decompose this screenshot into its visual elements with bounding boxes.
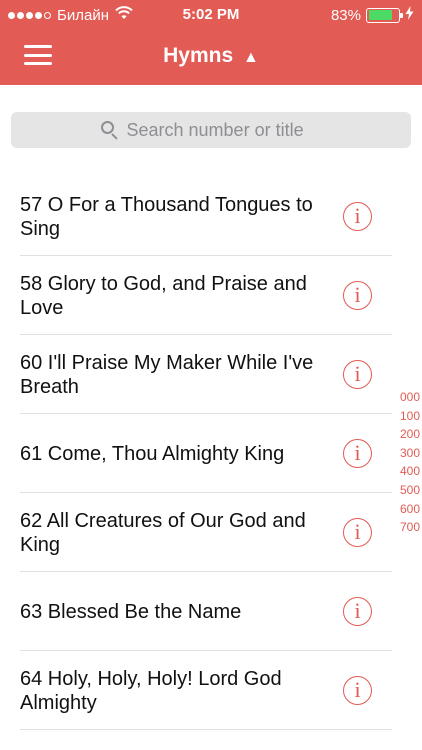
index-item-100[interactable]: 100: [392, 409, 420, 428]
hymn-row[interactable]: 63 Blessed Be the Name i: [0, 572, 392, 651]
hymn-title: 62 All Creatures of Our God and King: [20, 509, 306, 556]
index-item-500[interactable]: 500: [392, 483, 420, 502]
index-item-200[interactable]: 200: [392, 427, 420, 446]
hymn-title: 57 O For a Thousand Tongues to Sing: [20, 193, 313, 240]
nav-title-text: Hymns: [163, 44, 234, 67]
status-right: 83%: [331, 6, 414, 24]
info-icon[interactable]: i: [343, 597, 372, 626]
battery-icon: [366, 7, 403, 23]
search-bar[interactable]: [11, 112, 411, 148]
battery-percent: 83%: [330, 6, 361, 24]
charging-bolt-icon: [405, 6, 414, 24]
battery-fill: [368, 10, 393, 20]
index-item-400[interactable]: 400: [392, 464, 420, 483]
nav-bar: Hymns ▲: [0, 30, 422, 85]
info-icon[interactable]: i: [343, 360, 372, 389]
section-index: 000 100 200 300 400 500 600 700: [392, 390, 420, 539]
info-icon[interactable]: i: [343, 439, 372, 468]
status-bar: Билайн 5:02 PM 83%: [0, 0, 422, 30]
info-icon[interactable]: i: [343, 202, 372, 231]
hymn-row[interactable]: 61 Come, Thou Almighty King i: [0, 414, 392, 493]
hymn-title: 60 I'll Praise My Maker While I've Breat…: [20, 351, 314, 398]
hymn-row[interactable]: 57 O For a Thousand Tongues to Sing i: [0, 177, 392, 256]
hymn-title: 58 Glory to God, and Praise and Love: [20, 272, 307, 319]
search-input[interactable]: [126, 119, 322, 141]
info-icon[interactable]: i: [343, 281, 372, 310]
info-icon[interactable]: i: [343, 676, 372, 705]
index-item-700[interactable]: 700: [392, 520, 420, 539]
info-icon[interactable]: i: [343, 518, 372, 547]
hymn-list: 57 O For a Thousand Tongues to Sing i 58…: [0, 177, 392, 730]
index-item-000[interactable]: 000: [392, 390, 420, 409]
hymn-title: 63 Blessed Be the Name: [20, 600, 242, 623]
index-item-300[interactable]: 300: [392, 446, 420, 465]
hymn-title: 61 Come, Thou Almighty King: [20, 442, 285, 465]
hymn-row[interactable]: 62 All Creatures of Our God and King i: [0, 493, 392, 572]
header: Билайн 5:02 PM 83% Hymns ▲: [0, 0, 422, 85]
triangle-up-icon: ▲: [243, 49, 259, 66]
hymn-title: 64 Holy, Holy, Holy! Lord God Almighty: [20, 667, 282, 714]
hymn-row[interactable]: 60 I'll Praise My Maker While I've Breat…: [0, 335, 392, 414]
search-icon: [100, 121, 119, 140]
search-bar-container: [0, 85, 422, 163]
hymn-row[interactable]: 64 Holy, Holy, Holy! Lord God Almighty i: [0, 651, 392, 730]
nav-title[interactable]: Hymns ▲: [0, 44, 422, 68]
index-item-600[interactable]: 600: [392, 502, 420, 521]
hymn-row[interactable]: 58 Glory to God, and Praise and Love i: [0, 256, 392, 335]
